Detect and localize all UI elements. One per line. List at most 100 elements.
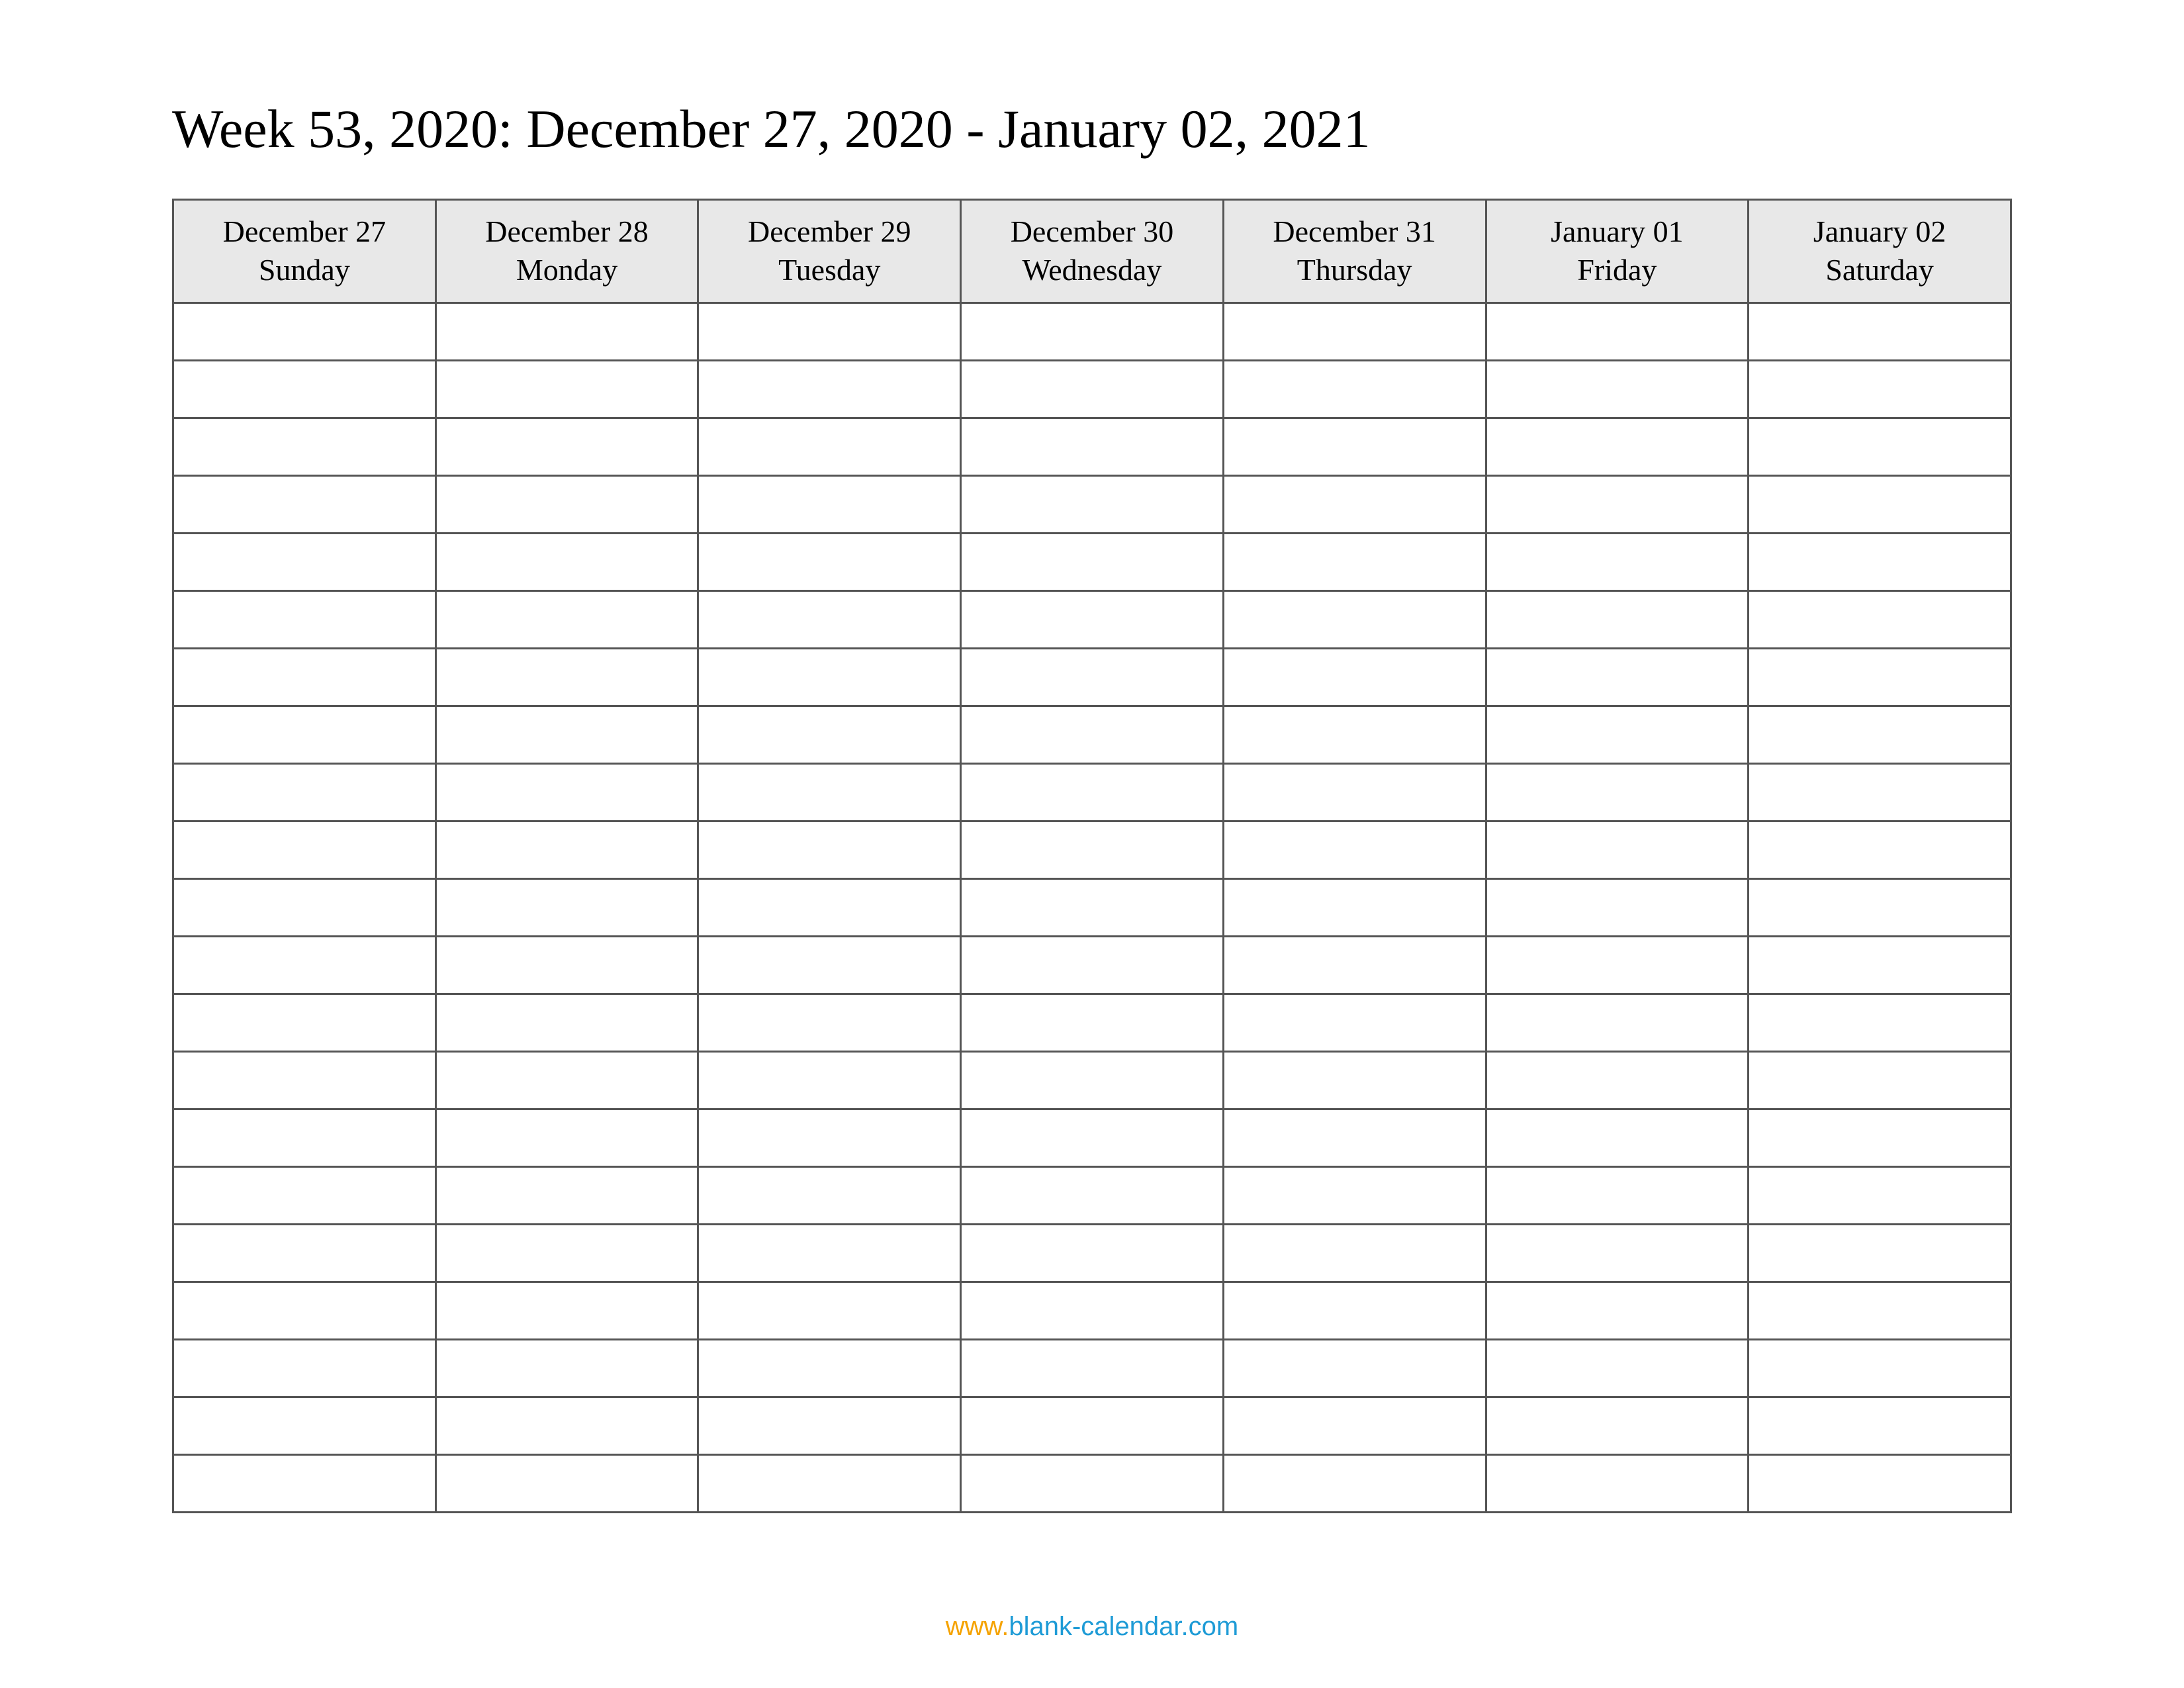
calendar-cell[interactable]: [173, 879, 436, 937]
calendar-cell[interactable]: [698, 994, 961, 1052]
calendar-cell[interactable]: [698, 1167, 961, 1225]
calendar-cell[interactable]: [435, 1052, 698, 1109]
calendar-cell[interactable]: [1749, 649, 2011, 706]
calendar-cell[interactable]: [435, 476, 698, 534]
calendar-cell[interactable]: [1486, 764, 1749, 821]
calendar-cell[interactable]: [1749, 1282, 2011, 1340]
calendar-cell[interactable]: [698, 764, 961, 821]
calendar-cell[interactable]: [1486, 1167, 1749, 1225]
calendar-cell[interactable]: [961, 1397, 1224, 1455]
calendar-cell[interactable]: [173, 821, 436, 879]
calendar-cell[interactable]: [173, 1167, 436, 1225]
calendar-cell[interactable]: [1486, 591, 1749, 649]
calendar-cell[interactable]: [173, 937, 436, 994]
calendar-cell[interactable]: [961, 1340, 1224, 1397]
calendar-cell[interactable]: [698, 1052, 961, 1109]
calendar-cell[interactable]: [435, 1109, 698, 1167]
calendar-cell[interactable]: [1749, 1109, 2011, 1167]
calendar-cell[interactable]: [1223, 476, 1486, 534]
calendar-cell[interactable]: [961, 879, 1224, 937]
calendar-cell[interactable]: [1749, 879, 2011, 937]
calendar-cell[interactable]: [1486, 534, 1749, 591]
calendar-cell[interactable]: [698, 418, 961, 476]
calendar-cell[interactable]: [173, 706, 436, 764]
calendar-cell[interactable]: [435, 1455, 698, 1513]
calendar-cell[interactable]: [698, 706, 961, 764]
calendar-cell[interactable]: [698, 1225, 961, 1282]
calendar-cell[interactable]: [173, 1282, 436, 1340]
calendar-cell[interactable]: [1749, 591, 2011, 649]
calendar-cell[interactable]: [435, 649, 698, 706]
calendar-cell[interactable]: [173, 476, 436, 534]
calendar-cell[interactable]: [1486, 476, 1749, 534]
calendar-cell[interactable]: [698, 1340, 961, 1397]
calendar-cell[interactable]: [1223, 937, 1486, 994]
calendar-cell[interactable]: [698, 361, 961, 418]
calendar-cell[interactable]: [1749, 706, 2011, 764]
calendar-cell[interactable]: [1223, 534, 1486, 591]
calendar-cell[interactable]: [1223, 1167, 1486, 1225]
calendar-cell[interactable]: [698, 476, 961, 534]
calendar-cell[interactable]: [435, 1167, 698, 1225]
calendar-cell[interactable]: [173, 1052, 436, 1109]
calendar-cell[interactable]: [1486, 937, 1749, 994]
calendar-cell[interactable]: [698, 1397, 961, 1455]
calendar-cell[interactable]: [1749, 821, 2011, 879]
calendar-cell[interactable]: [698, 591, 961, 649]
calendar-cell[interactable]: [435, 361, 698, 418]
calendar-cell[interactable]: [1749, 1052, 2011, 1109]
calendar-cell[interactable]: [698, 534, 961, 591]
calendar-cell[interactable]: [1486, 1109, 1749, 1167]
calendar-cell[interactable]: [961, 591, 1224, 649]
calendar-cell[interactable]: [1223, 1052, 1486, 1109]
calendar-cell[interactable]: [1749, 937, 2011, 994]
calendar-cell[interactable]: [961, 1282, 1224, 1340]
calendar-cell[interactable]: [1486, 879, 1749, 937]
calendar-cell[interactable]: [961, 361, 1224, 418]
calendar-cell[interactable]: [1223, 303, 1486, 361]
calendar-cell[interactable]: [698, 879, 961, 937]
calendar-cell[interactable]: [1223, 1225, 1486, 1282]
calendar-cell[interactable]: [173, 534, 436, 591]
calendar-cell[interactable]: [435, 591, 698, 649]
calendar-cell[interactable]: [961, 303, 1224, 361]
calendar-cell[interactable]: [961, 994, 1224, 1052]
calendar-cell[interactable]: [961, 1109, 1224, 1167]
calendar-cell[interactable]: [1749, 303, 2011, 361]
calendar-cell[interactable]: [173, 1109, 436, 1167]
calendar-cell[interactable]: [1749, 476, 2011, 534]
calendar-cell[interactable]: [961, 418, 1224, 476]
calendar-cell[interactable]: [173, 1225, 436, 1282]
calendar-cell[interactable]: [1749, 1225, 2011, 1282]
calendar-cell[interactable]: [1749, 1455, 2011, 1513]
calendar-cell[interactable]: [1749, 418, 2011, 476]
calendar-cell[interactable]: [1749, 1167, 2011, 1225]
calendar-cell[interactable]: [961, 821, 1224, 879]
calendar-cell[interactable]: [1223, 821, 1486, 879]
calendar-cell[interactable]: [961, 1455, 1224, 1513]
calendar-cell[interactable]: [435, 303, 698, 361]
calendar-cell[interactable]: [435, 937, 698, 994]
calendar-cell[interactable]: [961, 534, 1224, 591]
calendar-cell[interactable]: [435, 706, 698, 764]
calendar-cell[interactable]: [1749, 534, 2011, 591]
calendar-cell[interactable]: [1749, 1397, 2011, 1455]
calendar-cell[interactable]: [1223, 1282, 1486, 1340]
calendar-cell[interactable]: [173, 1397, 436, 1455]
calendar-cell[interactable]: [173, 764, 436, 821]
calendar-cell[interactable]: [1223, 1397, 1486, 1455]
calendar-cell[interactable]: [698, 303, 961, 361]
calendar-cell[interactable]: [435, 1225, 698, 1282]
calendar-cell[interactable]: [698, 1282, 961, 1340]
calendar-cell[interactable]: [1486, 1282, 1749, 1340]
calendar-cell[interactable]: [173, 649, 436, 706]
calendar-cell[interactable]: [435, 994, 698, 1052]
calendar-cell[interactable]: [173, 418, 436, 476]
calendar-cell[interactable]: [1486, 1052, 1749, 1109]
calendar-cell[interactable]: [698, 649, 961, 706]
calendar-cell[interactable]: [435, 879, 698, 937]
calendar-cell[interactable]: [173, 361, 436, 418]
calendar-cell[interactable]: [698, 1109, 961, 1167]
calendar-cell[interactable]: [1223, 879, 1486, 937]
calendar-cell[interactable]: [1486, 303, 1749, 361]
